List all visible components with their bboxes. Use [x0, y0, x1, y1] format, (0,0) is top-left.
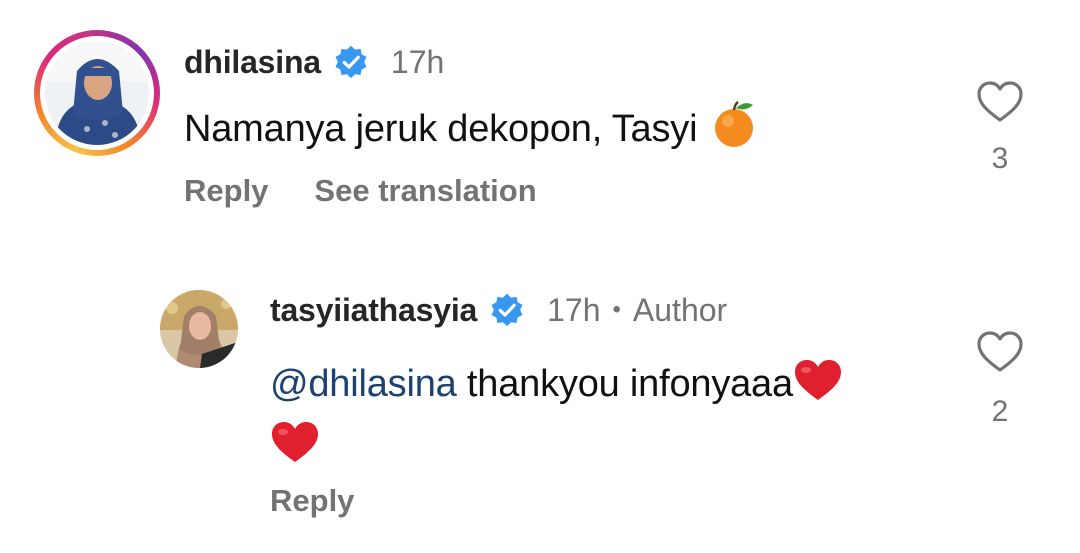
comment-actions: Reply See translation [184, 170, 537, 212]
mention-link[interactable]: @dhilasina [270, 363, 457, 405]
username[interactable]: tasyiiathasyia [270, 292, 477, 329]
reply-button[interactable]: Reply [184, 173, 268, 209]
like-button[interactable] [976, 80, 1024, 129]
comment-header: tasyiiathasyia 17h • Author [270, 288, 727, 332]
comment-text: thankyou infonyaaa [456, 363, 793, 405]
red-heart-emoji-icon [793, 358, 843, 418]
reply-button[interactable]: Reply [270, 483, 354, 519]
red-heart-emoji-icon [270, 420, 320, 480]
separator-dot: • [612, 296, 621, 323]
like-count: 2 [991, 395, 1009, 428]
username[interactable]: dhilasina [184, 44, 321, 81]
verified-badge-icon [489, 292, 525, 328]
timestamp[interactable]: 17h [391, 44, 444, 81]
author-badge: Author [632, 291, 728, 328]
heart-outline-icon [977, 81, 1023, 122]
verified-badge-icon [333, 44, 369, 80]
comment-body: @dhilasina thankyou infonyaaa [270, 356, 930, 480]
comment-body: Namanya jeruk dekopon, Tasyi [184, 101, 757, 154]
avatar[interactable] [45, 41, 149, 145]
timestamp[interactable]: 17h [547, 292, 600, 329]
avatar-story-ring[interactable] [34, 30, 160, 156]
comment-actions: Reply [270, 480, 354, 522]
like-count: 3 [991, 142, 1009, 175]
see-translation-button[interactable]: See translation [314, 173, 536, 209]
heart-outline-icon [977, 331, 1023, 372]
comment-text: Namanya jeruk dekopon, Tasyi [184, 107, 698, 150]
comment-header: dhilasina 17h [184, 40, 444, 84]
orange-emoji-icon [711, 99, 757, 159]
like-button[interactable] [976, 330, 1024, 379]
avatar[interactable] [160, 290, 238, 368]
